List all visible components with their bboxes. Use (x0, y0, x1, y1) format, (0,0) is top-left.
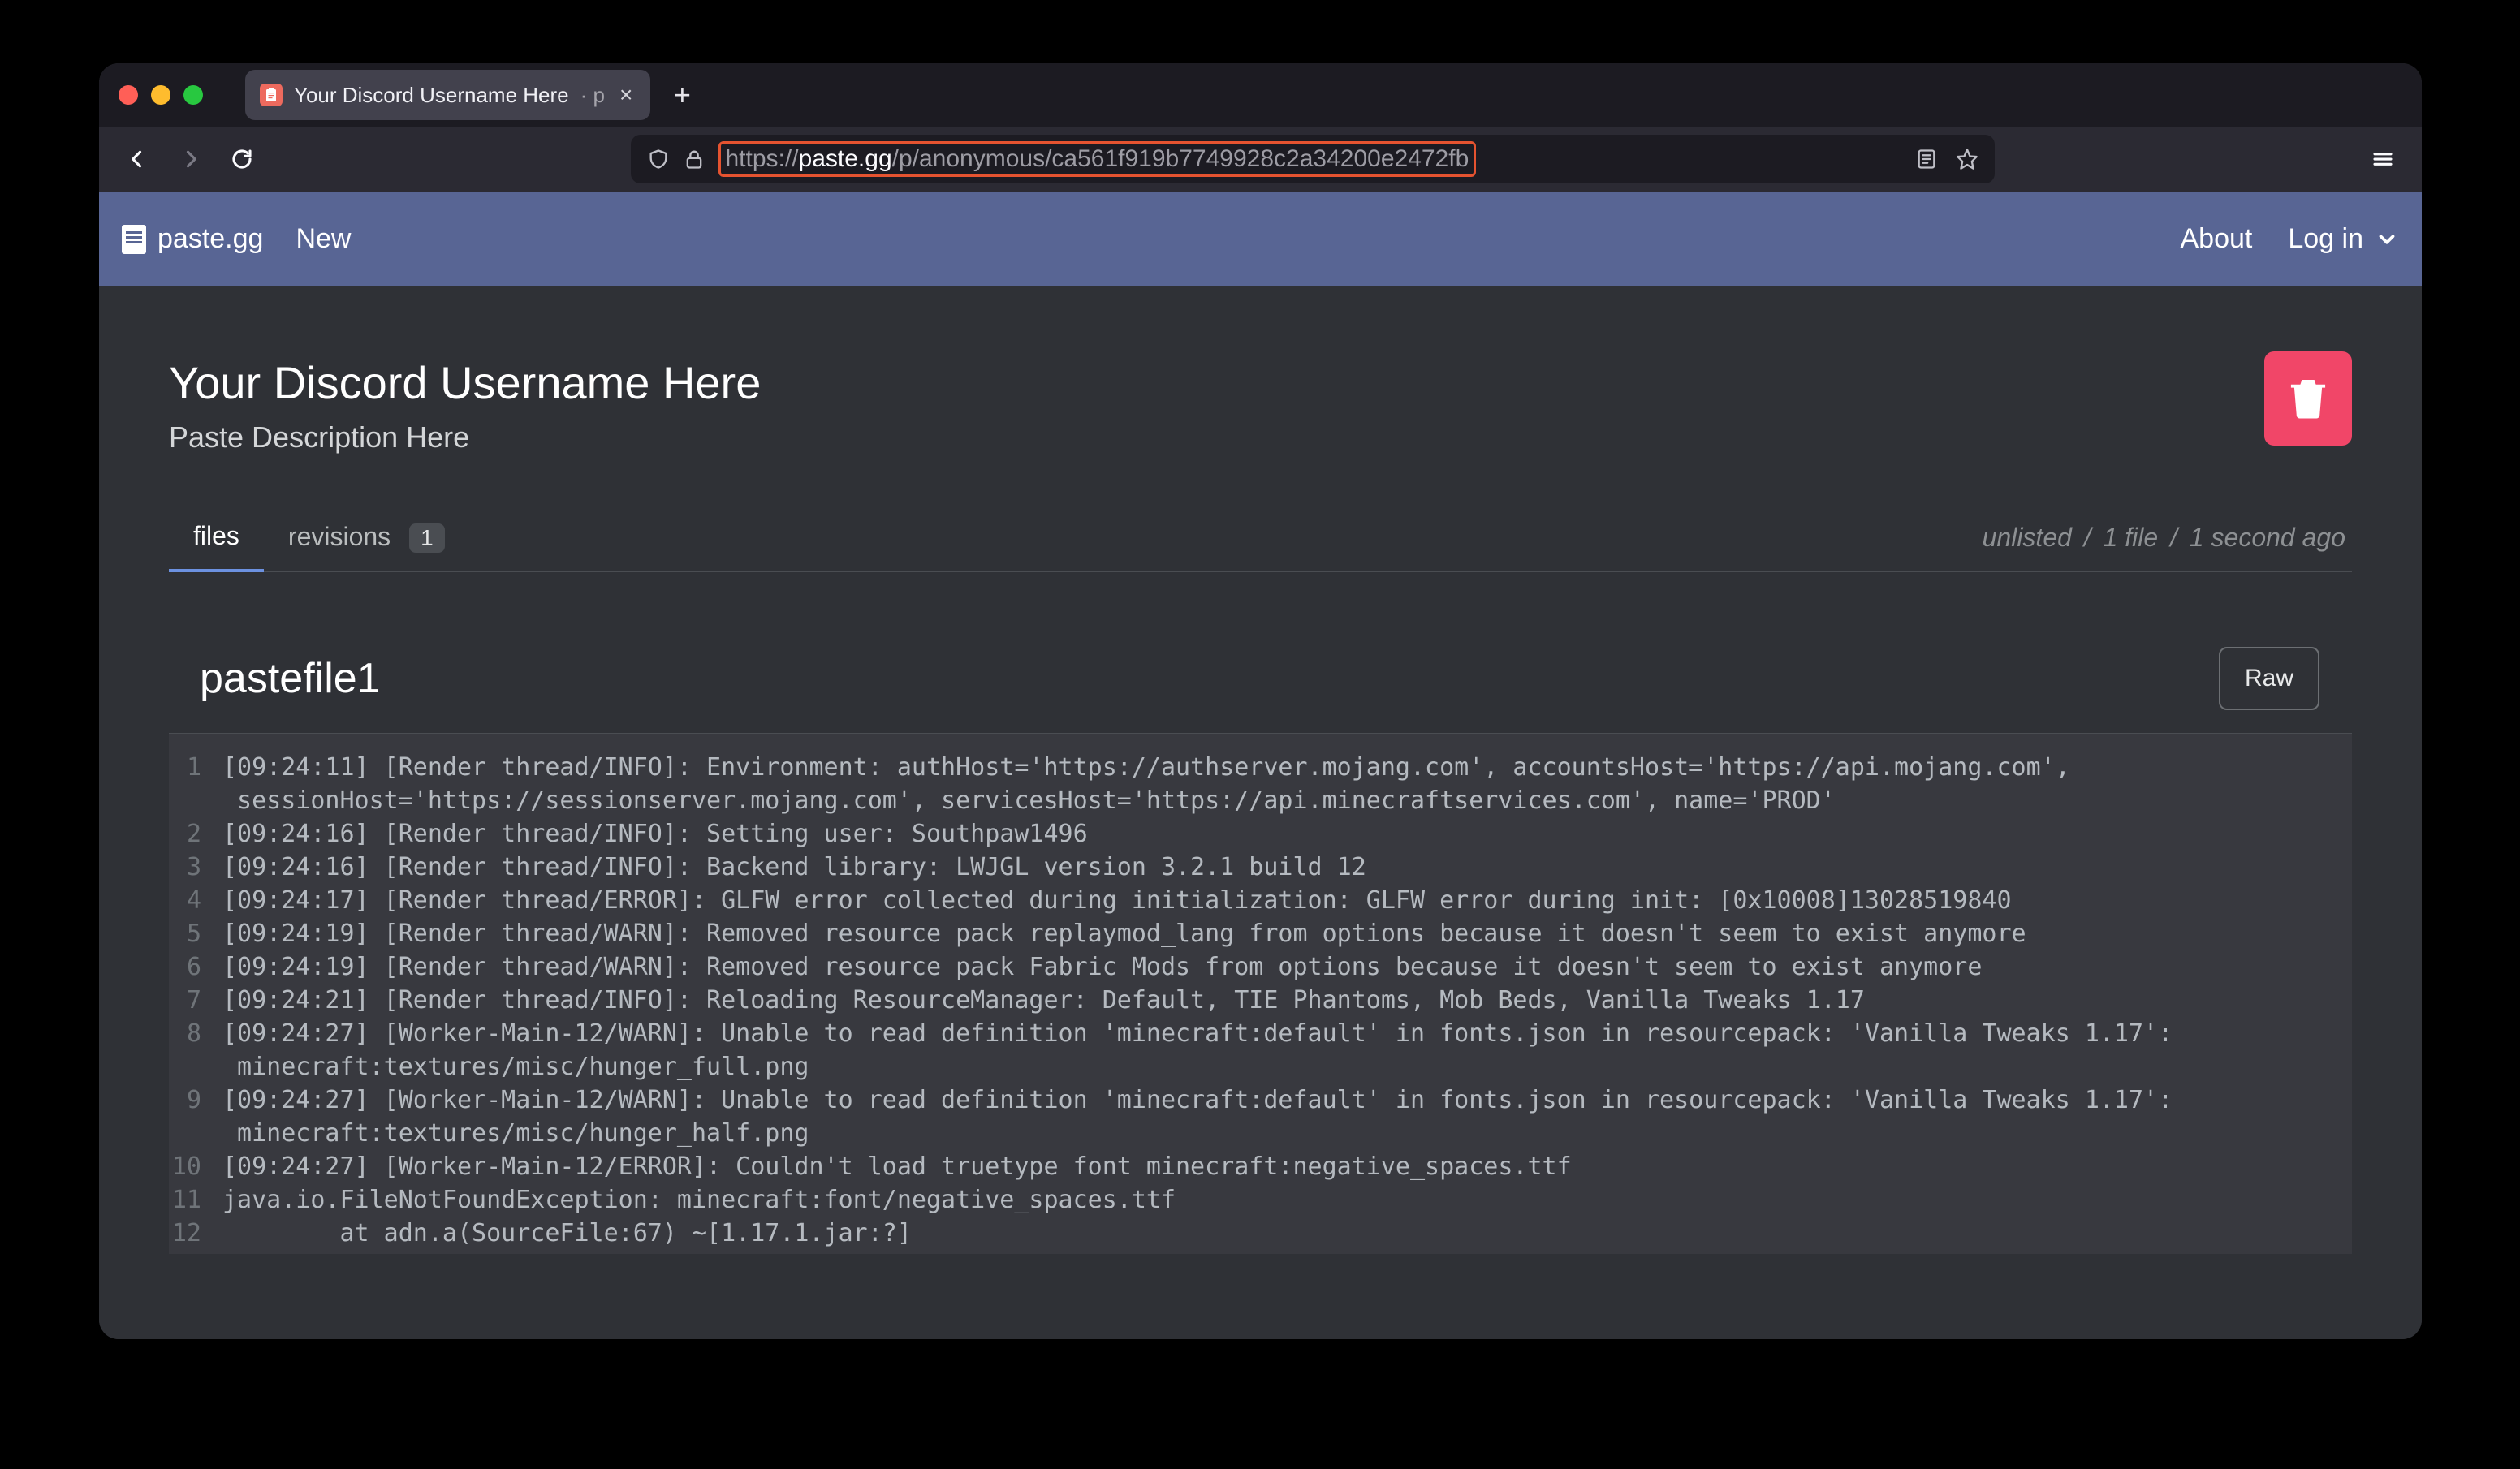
app-menu-button[interactable] (2365, 141, 2401, 177)
bookmark-icon[interactable] (1956, 148, 1978, 170)
code-line: java.io.FileNotFoundException: minecraft… (222, 1183, 2352, 1217)
window-controls (119, 85, 203, 105)
tab-revisions[interactable]: revisions 1 (264, 504, 469, 571)
clipboard-icon (260, 84, 283, 106)
browser-tabstrip: Your Discord Username Here · p × + (99, 63, 2422, 127)
tab-revisions-label: revisions (288, 522, 391, 551)
url-bar[interactable]: https:// paste.gg /p/anonymous/ca561f919… (631, 135, 1995, 183)
file-card: pastefile1 Raw 12345678910111213 [09:24:… (169, 647, 2352, 1254)
tab-files-label: files (193, 521, 239, 550)
meta-visibility: unlisted (1983, 523, 2072, 552)
meta-files: 1 file (2104, 523, 2159, 552)
url-scheme: https:// (726, 145, 799, 173)
line-numbers: 12345678910111213 (169, 751, 208, 1254)
page-content: paste.gg New About Log in Your Discord U… (99, 192, 2422, 1339)
url-host: paste.gg (799, 145, 892, 173)
code-line: [09:24:11] [Render thread/INFO]: Environ… (222, 751, 2352, 817)
brand-text: paste.gg (158, 223, 263, 255)
shield-icon[interactable] (647, 148, 670, 170)
meta-sep: / (2079, 523, 2096, 552)
raw-button[interactable]: Raw (2219, 647, 2319, 710)
chevron-down-icon (2375, 227, 2399, 252)
meta-sep: / (2165, 523, 2182, 552)
nav-login-label: Log in (2288, 223, 2363, 255)
code-line: [09:24:16] [Render thread/INFO]: Setting… (222, 817, 2352, 851)
plus-icon: + (674, 78, 691, 112)
close-icon[interactable]: × (616, 82, 636, 108)
paste-tabs: files revisions 1 unlisted / 1 file / 1 … (169, 503, 2352, 572)
code-line: [09:24:27] [Worker-Main-12/WARN]: Unable… (222, 1083, 2352, 1150)
lock-icon[interactable] (683, 148, 706, 170)
delete-button[interactable] (2264, 351, 2352, 446)
forward-button[interactable] (172, 141, 208, 177)
revisions-count-badge: 1 (409, 523, 445, 553)
code-area: 12345678910111213 [09:24:11] [Render thr… (169, 734, 2352, 1254)
page-description: Paste Description Here (169, 420, 2352, 454)
nav-new-link[interactable]: New (296, 223, 351, 255)
tab-title: Your Discord Username Here (294, 83, 569, 108)
nav-login-dropdown[interactable]: Log in (2288, 223, 2399, 255)
nav-about-link[interactable]: About (2181, 223, 2253, 255)
code-line: at adn.a(SourceFile:67) ~[1.17.1.jar:?] (222, 1217, 2352, 1250)
code-line: [09:24:16] [Render thread/INFO]: Backend… (222, 851, 2352, 884)
file-name: pastefile1 (169, 654, 381, 703)
code-line: [09:24:19] [Render thread/WARN]: Removed… (222, 950, 2352, 984)
window-close-button[interactable] (119, 85, 138, 105)
code-line: [09:24:19] [Render thread/WARN]: Removed… (222, 917, 2352, 950)
back-button[interactable] (120, 141, 156, 177)
trash-icon (2289, 377, 2327, 420)
tab-files[interactable]: files (169, 503, 264, 572)
paste-meta: unlisted / 1 file / 1 second ago (1983, 523, 2352, 571)
reload-button[interactable] (224, 141, 260, 177)
new-tab-button[interactable]: + (665, 78, 699, 112)
url-highlight-box: https:// paste.gg /p/anonymous/ca561f919… (718, 141, 1477, 177)
raw-button-label: Raw (2245, 665, 2293, 691)
site-navbar: paste.gg New About Log in (99, 192, 2422, 286)
reader-mode-icon[interactable] (1915, 148, 1938, 170)
meta-age: 1 second ago (2190, 523, 2345, 552)
code-line: [09:24:27] [Worker-Main-12/ERROR]: Could… (222, 1150, 2352, 1183)
code-line: [09:24:21] [Render thread/INFO]: Reloadi… (222, 984, 2352, 1017)
window-maximize-button[interactable] (183, 85, 203, 105)
window-minimize-button[interactable] (151, 85, 170, 105)
page-title: Your Discord Username Here (169, 356, 2352, 409)
code-line: [09:24:27] [Worker-Main-12/WARN]: Unable… (222, 1017, 2352, 1083)
clipboard-icon (122, 225, 146, 254)
browser-toolbar: https:// paste.gg /p/anonymous/ca561f919… (99, 127, 2422, 192)
tab-title-suffix: · p (580, 83, 605, 108)
url-path: /p/anonymous/ca561f919b7749928c2a34200e2… (892, 145, 1469, 173)
code-lines[interactable]: [09:24:11] [Render thread/INFO]: Environ… (208, 751, 2352, 1254)
brand-link[interactable]: paste.gg (122, 223, 263, 255)
browser-window: Your Discord Username Here · p × + (99, 63, 2422, 1339)
code-line: [09:24:17] [Render thread/ERROR]: GLFW e… (222, 884, 2352, 917)
browser-tab[interactable]: Your Discord Username Here · p × (245, 70, 650, 120)
code-line: at adz.a(SourceFile:62) ~[1.17.1.jar:?] (222, 1250, 2352, 1254)
